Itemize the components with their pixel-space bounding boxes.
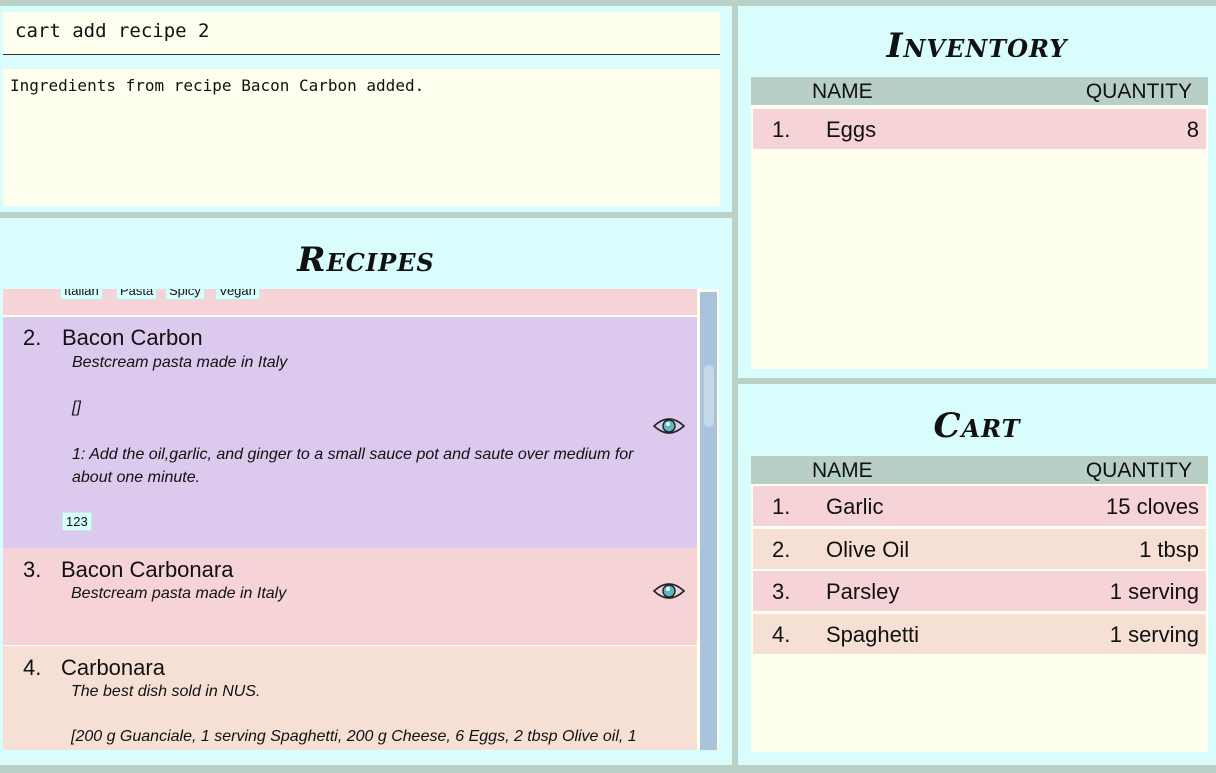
row-name: Parsley [826,579,900,604]
header-quantity: QUANTITY [1085,459,1192,482]
recipe-index: 2. [23,325,42,350]
recipe-ingredients: [200 g Guanciale, 1 serving Spaghetti, 2… [71,728,637,745]
recipe-tag: 123 [62,512,92,531]
row-quantity: 15 cloves [1106,494,1199,519]
row-name: Garlic [826,494,884,519]
inventory-table: NAME QUANTITY 1. Eggs 8 [751,77,1208,369]
recipe-description: The best dish sold in NUS. [71,683,261,700]
row-index: 3. [772,579,791,604]
header-name: NAME [812,459,873,482]
row-quantity: 1 serving [1109,579,1199,604]
command-input-box[interactable] [3,12,720,55]
cart-table-header: NAME QUANTITY [751,456,1208,484]
scrollbar-thumb[interactable] [704,365,714,427]
row-index: 2. [772,537,791,562]
recipe-steps: 1: Add the oil,garlic, and ginger to a s… [72,446,634,486]
recipe-description: Bestcream pasta made in Italy [72,354,288,371]
eye-icon[interactable] [653,414,685,438]
row-name: Eggs [826,117,877,142]
recipe-ingredients: [] [72,399,81,416]
recipe-tag: Spicy [165,289,205,300]
table-row[interactable]: 4. Spaghetti 1 serving [753,614,1206,654]
recipe-description: Bestcream pasta made in Italy [71,585,287,602]
row-index: 1. [772,494,791,519]
command-panel: Ingredients from recipe Bacon Carbon add… [0,6,732,212]
recipe-index: 4. [23,655,42,680]
table-row[interactable]: 1. Garlic 15 cloves [753,486,1206,526]
recipe-card[interactable]: 2. Bacon Carbon Bestcream pasta made in … [3,317,697,548]
table-row[interactable]: 2. Olive Oil 1 tbsp [753,529,1206,569]
inventory-title: Inventory [886,26,1068,66]
row-name: Olive Oil [826,537,910,562]
row-quantity: 1 tbsp [1139,537,1199,562]
recipe-name: Bacon Carbon [62,325,203,350]
cart-table: NAME QUANTITY 1. Garlic 15 cloves 2. Oli… [751,456,1208,752]
header-name: NAME [812,80,873,103]
recipe-name: Carbonara [61,655,165,680]
recipe-name: Bacon Carbonara [61,557,234,582]
header-quantity: QUANTITY [1085,80,1192,103]
row-index: 4. [772,622,791,647]
recipe-card[interactable]: 4. Carbonara The best dish sold in NUS. … [3,646,697,750]
cart-title: Cart [933,406,1021,446]
recipes-panel: Recipes Italian Pasta Spicy Vegan 2. Bac… [0,218,732,765]
recipe-index: 3. [23,557,42,582]
result-message: Ingredients from recipe Bacon Carbon add… [10,76,425,95]
table-row[interactable]: 3. Parsley 1 serving [753,571,1206,611]
recipe-list[interactable]: Italian Pasta Spicy Vegan 2. Bacon Carbo… [3,289,719,750]
row-index: 1. [772,117,791,142]
row-name: Spaghetti [826,622,919,647]
command-input[interactable] [15,20,705,42]
recipe-card[interactable]: 3. Bacon Carbonara Bestcream pasta made … [3,548,697,645]
table-row[interactable]: 1. Eggs 8 [753,109,1206,149]
recipe-tag: Pasta [116,289,158,300]
row-quantity: 1 serving [1109,622,1199,647]
recipe-tag: Italian [60,289,103,300]
cart-panel: Cart NAME QUANTITY 1. Garlic 15 cloves 2… [738,384,1216,765]
inventory-panel: Inventory NAME QUANTITY 1. Eggs 8 [738,6,1216,378]
recipe-card-partial[interactable]: Italian Pasta Spicy Vegan [3,289,697,315]
recipe-tag: Vegan [215,289,260,300]
recipe-list-scrollbar[interactable] [700,292,717,750]
row-quantity: 8 [1186,117,1199,142]
recipes-title: Recipes [297,240,435,280]
eye-icon[interactable] [653,579,685,603]
result-display: Ingredients from recipe Bacon Carbon add… [3,69,720,206]
inventory-table-header: NAME QUANTITY [751,77,1208,105]
